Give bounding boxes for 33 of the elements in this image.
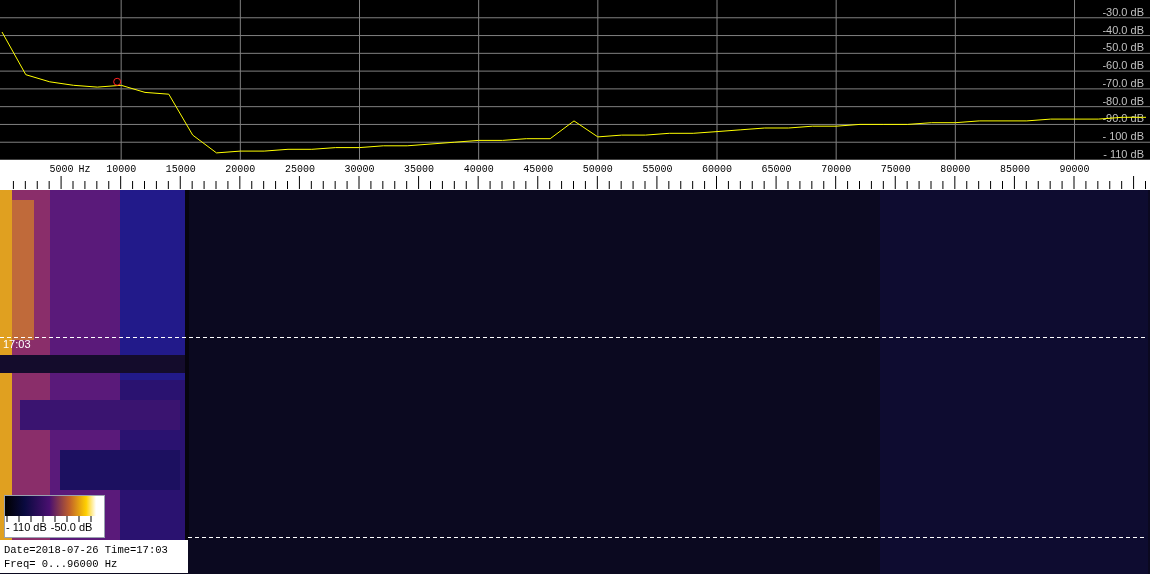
db-axis-label: - 110 dB <box>1103 148 1144 160</box>
frequency-label: 5000 <box>49 164 74 175</box>
frequency-label: 60000 <box>702 164 732 175</box>
db-axis-label: -40.0 dB <box>1102 23 1144 36</box>
time-label: 17:03 <box>3 339 31 350</box>
db-axis-label: -60.0 dB <box>1102 59 1144 72</box>
db-axis-label: -50.0 dB <box>1102 41 1144 54</box>
info-text: Freq= 0...96000 Hz <box>4 556 119 571</box>
frequency-label: 70000 <box>821 164 852 175</box>
scale-max-label: -50.0 dB <box>50 522 93 533</box>
frequency-label: 15000 <box>165 164 196 175</box>
frequency-label: 20000 <box>225 164 256 175</box>
frequency-label: 25000 <box>284 164 315 175</box>
frequency-label: 45000 <box>523 164 554 175</box>
frequency-label: 55000 <box>642 164 673 175</box>
frequency-label: 90000 <box>1059 164 1090 175</box>
peak-marker-icon <box>113 77 122 86</box>
db-axis-label: -80.0 dB <box>1102 94 1144 107</box>
frequency-label: 40000 <box>463 164 494 175</box>
db-axis-label: - 100 dB <box>1102 130 1144 143</box>
frequency-label: 85000 <box>999 164 1030 175</box>
frequency-label: 75000 <box>880 164 911 175</box>
db-axis-label: -70.0 dB <box>1102 76 1144 89</box>
axis-unit-label: Hz <box>78 164 91 175</box>
db-axis-label: -30.0 dB <box>1102 5 1144 18</box>
frequency-label: 30000 <box>344 164 375 175</box>
frequency-label: 35000 <box>404 164 435 175</box>
info-text: Date=2018-07-26 Time=17:03 <box>4 542 169 557</box>
frequency-label: 65000 <box>761 164 792 175</box>
frequency-label: 50000 <box>582 164 613 175</box>
frequency-label: 80000 <box>940 164 971 175</box>
frequency-label: 10000 <box>106 164 137 175</box>
scale-min-label: - 110 dB <box>6 522 47 533</box>
